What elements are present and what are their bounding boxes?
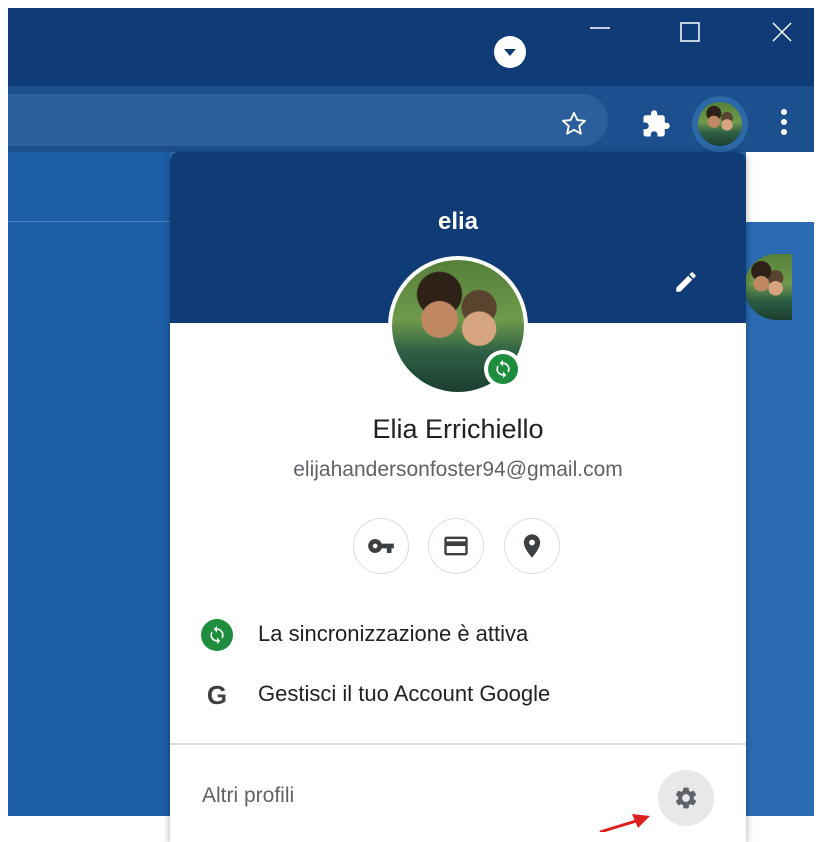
profile-menu: elia Elia Errichiello elijahandersonfost… [170, 152, 746, 842]
close-icon [772, 22, 792, 42]
sync-status-label: La sincronizzazione è attiva [258, 621, 529, 646]
menu-button[interactable] [764, 100, 804, 144]
manage-account-row[interactable]: G Gestisci il tuo Account Google [170, 672, 746, 716]
chevron-down-circle-icon [504, 49, 516, 56]
passwords-button[interactable] [353, 518, 409, 574]
annotation-arrow [599, 814, 650, 832]
page-content-left [8, 152, 170, 816]
sync-icon [496, 359, 510, 379]
google-g-icon: G [200, 678, 234, 712]
sync-badge-icon [488, 354, 518, 384]
profile-button[interactable] [692, 96, 748, 152]
screenshot-border-right [814, 0, 820, 832]
account-email: elijahandersonfoster94@gmail.com [293, 458, 623, 481]
bottom-gap [8, 816, 168, 832]
maximize-button[interactable] [666, 14, 714, 50]
minimize-button[interactable] [576, 14, 624, 50]
edit-profile-button[interactable] [666, 262, 706, 302]
bookmark-star-button[interactable] [554, 104, 594, 144]
minimize-icon [590, 27, 610, 29]
extensions-button[interactable] [634, 104, 678, 144]
close-button[interactable] [756, 14, 808, 50]
tab-search-button[interactable] [494, 36, 526, 68]
screenshot-border-top [0, 0, 820, 8]
addresses-button[interactable] [504, 518, 560, 574]
payment-methods-button[interactable] [428, 518, 484, 574]
profile-name: elia [437, 208, 479, 235]
full-name: Elia Errichiello [372, 414, 544, 444]
section-divider [170, 743, 746, 745]
credit-card-icon [444, 536, 468, 556]
pencil-icon [676, 272, 696, 292]
star-icon [561, 111, 587, 135]
background-page-text: ttura [740, 174, 781, 196]
maximize-icon [680, 22, 700, 42]
sync-status-icon-wrap [201, 619, 233, 651]
sync-status-row[interactable]: La sincronizzazione è attiva [170, 612, 746, 656]
address-bar[interactable] [8, 94, 608, 146]
screenshot-border-left [0, 0, 8, 832]
location-pin-icon [523, 534, 541, 558]
manage-profiles-button[interactable] [658, 770, 714, 826]
sync-icon [210, 625, 224, 645]
gear-icon [675, 787, 697, 809]
puzzle-icon [643, 110, 670, 137]
kebab-menu-icon [781, 109, 787, 135]
manage-account-label: Gestisci il tuo Account Google [258, 681, 551, 706]
other-profiles-label: Altri profili [202, 784, 295, 807]
profile-avatar [698, 102, 742, 146]
key-icon [368, 539, 394, 553]
google-g-glyph: G [206, 679, 228, 710]
